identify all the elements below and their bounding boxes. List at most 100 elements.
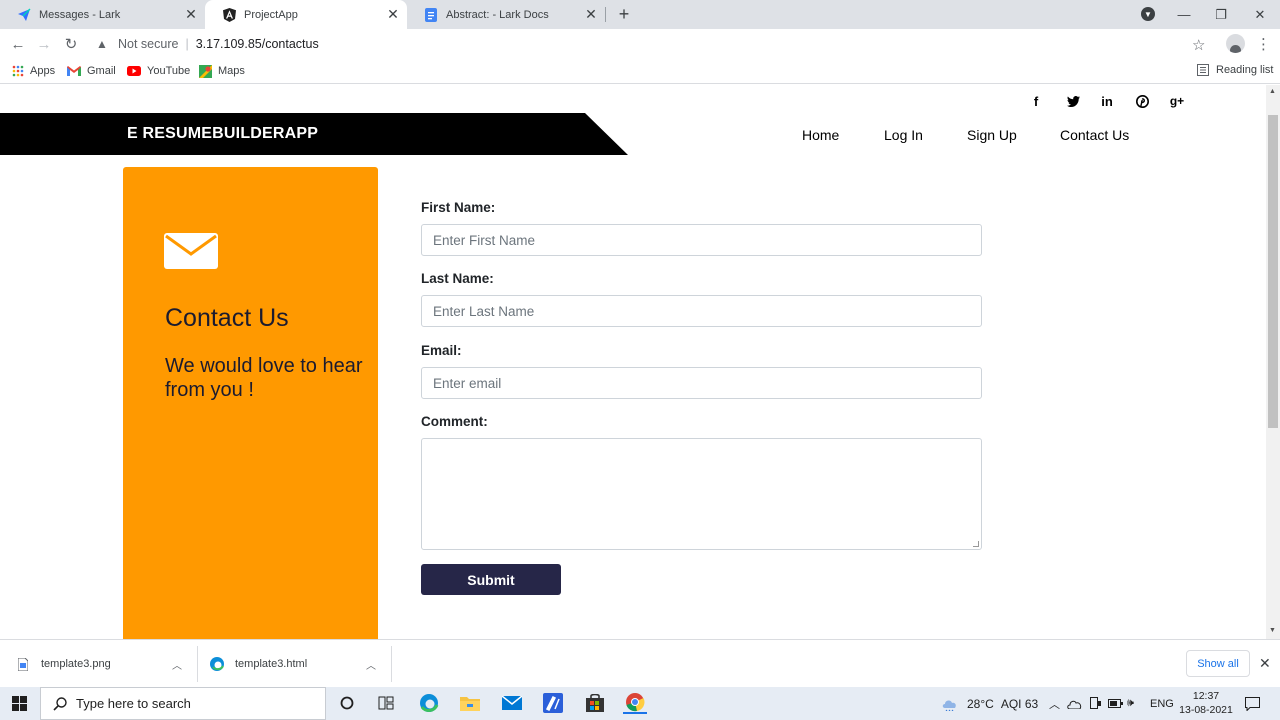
scroll-down-icon[interactable]: ▼: [1269, 627, 1276, 634]
lark-icon: [17, 8, 31, 22]
resize-handle-icon[interactable]: [973, 541, 979, 547]
chrome-icon[interactable]: [623, 692, 647, 714]
tab-title: ProjectApp: [244, 8, 298, 21]
windows-taskbar: Type here to search 28°C AQI 63 ︿ 🕪 ENG …: [0, 687, 1280, 720]
tab-title: Messages - Lark: [39, 8, 121, 21]
youtube-icon: [127, 66, 141, 76]
close-icon[interactable]: ✕: [183, 6, 199, 23]
contact-info-panel: [123, 167, 378, 639]
close-icon[interactable]: ✕: [1259, 655, 1271, 672]
address-bar[interactable]: ▲ Not secure | 3.17.109.85/contactus: [90, 31, 1220, 57]
tab-projectapp[interactable]: ProjectApp ✕: [205, 0, 407, 29]
first-name-input[interactable]: Enter First Name: [421, 224, 982, 256]
last-name-input[interactable]: Enter Last Name: [421, 295, 982, 327]
window-close-icon[interactable]: ✕: [1242, 0, 1278, 29]
bookmark-youtube[interactable]: YouTube: [127, 64, 190, 78]
nav-contact-us[interactable]: Contact Us: [1060, 127, 1129, 143]
task-view-icon[interactable]: [374, 692, 398, 714]
mail-app-icon[interactable]: [500, 692, 524, 714]
envelope-icon: [164, 233, 218, 274]
tab-lark-docs[interactable]: Abstract: - Lark Docs ✕: [407, 0, 605, 29]
nav-login[interactable]: Log In: [884, 127, 923, 143]
new-tab-button[interactable]: +: [613, 3, 635, 25]
download-divider: [197, 646, 198, 682]
search-icon: [53, 696, 67, 711]
reading-list-button[interactable]: Reading list: [1197, 64, 1273, 76]
facebook-icon[interactable]: f: [1027, 93, 1045, 109]
chevron-up-icon[interactable]: ︿: [1049, 687, 1060, 720]
email-input[interactable]: Enter email: [421, 367, 982, 399]
bookmarks-bar: Apps Gmail YouTube Maps Reading list: [0, 59, 1280, 84]
battery-icon[interactable]: [1108, 687, 1123, 720]
browser-tab-strip: Messages - Lark ✕ ProjectApp ✕ Abstract:…: [0, 0, 1280, 29]
download-item[interactable]: template3.png ︿: [18, 640, 193, 688]
clock-date: 13-08-2021: [1179, 704, 1233, 716]
weather-aqi: AQI 63: [1000, 696, 1039, 711]
device-icon[interactable]: [1090, 687, 1101, 720]
tab-messages-lark[interactable]: Messages - Lark ✕: [0, 0, 205, 29]
url-text[interactable]: 3.17.109.85/contactus: [196, 37, 319, 51]
bookmark-label: YouTube: [147, 65, 191, 77]
back-icon[interactable]: ←: [7, 34, 29, 54]
warning-icon: ▲: [96, 37, 108, 51]
scrollbar-thumb[interactable]: [1268, 115, 1278, 428]
tab-title: Abstract: - Lark Docs: [446, 8, 549, 21]
volume-icon[interactable]: 🕪: [1127, 687, 1134, 720]
download-filename: template3.png: [41, 658, 111, 670]
security-label[interactable]: Not secure: [118, 37, 178, 51]
docs-icon: [424, 7, 438, 22]
download-shelf: template3.png ︿ template3.html ︿ Show al…: [0, 639, 1280, 687]
taskbar-search-box[interactable]: Type here to search: [40, 687, 326, 720]
address-divider: |: [185, 37, 189, 51]
language-indicator[interactable]: ENG: [1150, 687, 1174, 720]
download-item[interactable]: template3.html ︿: [210, 640, 388, 688]
bookmark-maps[interactable]: Maps: [199, 64, 245, 78]
brand-logo[interactable]: E RESUMEBUILDERAPP: [127, 125, 318, 143]
store-icon[interactable]: [583, 692, 607, 714]
comment-textarea[interactable]: [421, 438, 982, 550]
nav-home[interactable]: Home: [802, 127, 839, 143]
notification-icon[interactable]: [1245, 687, 1260, 720]
bookmark-gmail[interactable]: Gmail: [67, 64, 116, 78]
windows-start-icon[interactable]: [12, 696, 27, 716]
scroll-up-icon[interactable]: ▲: [1269, 88, 1276, 95]
bookmark-star-icon[interactable]: ☆: [1192, 36, 1205, 54]
weather-temp: 28°C: [967, 696, 994, 711]
clock-time: 12:37: [1192, 690, 1220, 702]
last-name-label: Last Name:: [421, 271, 494, 286]
page-viewport: f in g+ E RESUMEBUILDERAPP Home Log In S…: [0, 85, 1266, 639]
browser-toolbar: ← → ↻ ▲ Not secure | 3.17.109.85/contact…: [0, 29, 1280, 59]
apps-grid-icon: [12, 65, 24, 77]
onedrive-icon[interactable]: [1067, 687, 1082, 720]
google-plus-icon[interactable]: g+: [1168, 93, 1186, 109]
profile-avatar-icon[interactable]: [1226, 34, 1245, 53]
menu-kebab-icon[interactable]: ⋮: [1256, 35, 1271, 53]
minimize-icon[interactable]: —: [1166, 0, 1202, 29]
pinterest-icon[interactable]: [1133, 93, 1151, 109]
tab-search-icon[interactable]: ▼: [1141, 7, 1155, 21]
weather-widget[interactable]: 28°C AQI 63: [941, 687, 1038, 720]
close-icon[interactable]: ✕: [583, 6, 599, 23]
chevron-up-icon[interactable]: ︿: [172, 657, 182, 672]
twitter-icon[interactable]: [1064, 93, 1082, 109]
chevron-up-icon[interactable]: ︿: [366, 657, 376, 672]
edge-browser-icon[interactable]: [417, 692, 441, 714]
restore-icon[interactable]: ❐: [1203, 0, 1239, 29]
nav-signup[interactable]: Sign Up: [967, 127, 1017, 143]
cortana-icon[interactable]: [335, 692, 359, 714]
taskbar-clock[interactable]: 12:37 13-08-2021: [1176, 689, 1236, 717]
close-icon[interactable]: ✕: [385, 6, 401, 23]
download-filename: template3.html: [235, 658, 308, 670]
reload-icon[interactable]: ↻: [60, 34, 82, 54]
image-file-icon: [18, 657, 28, 671]
gmail-icon: [67, 66, 81, 76]
show-all-button[interactable]: Show all: [1186, 650, 1250, 677]
forward-icon[interactable]: →: [33, 34, 55, 54]
pen-app-icon[interactable]: [541, 692, 565, 714]
file-explorer-icon[interactable]: [458, 692, 482, 714]
page-scrollbar[interactable]: ▲ ▼: [1266, 85, 1280, 639]
bookmark-apps[interactable]: Apps: [12, 64, 55, 78]
linkedin-icon[interactable]: in: [1098, 93, 1116, 109]
contact-subheading: We would love to hear from you !: [165, 355, 363, 401]
submit-button[interactable]: Submit: [421, 564, 561, 595]
